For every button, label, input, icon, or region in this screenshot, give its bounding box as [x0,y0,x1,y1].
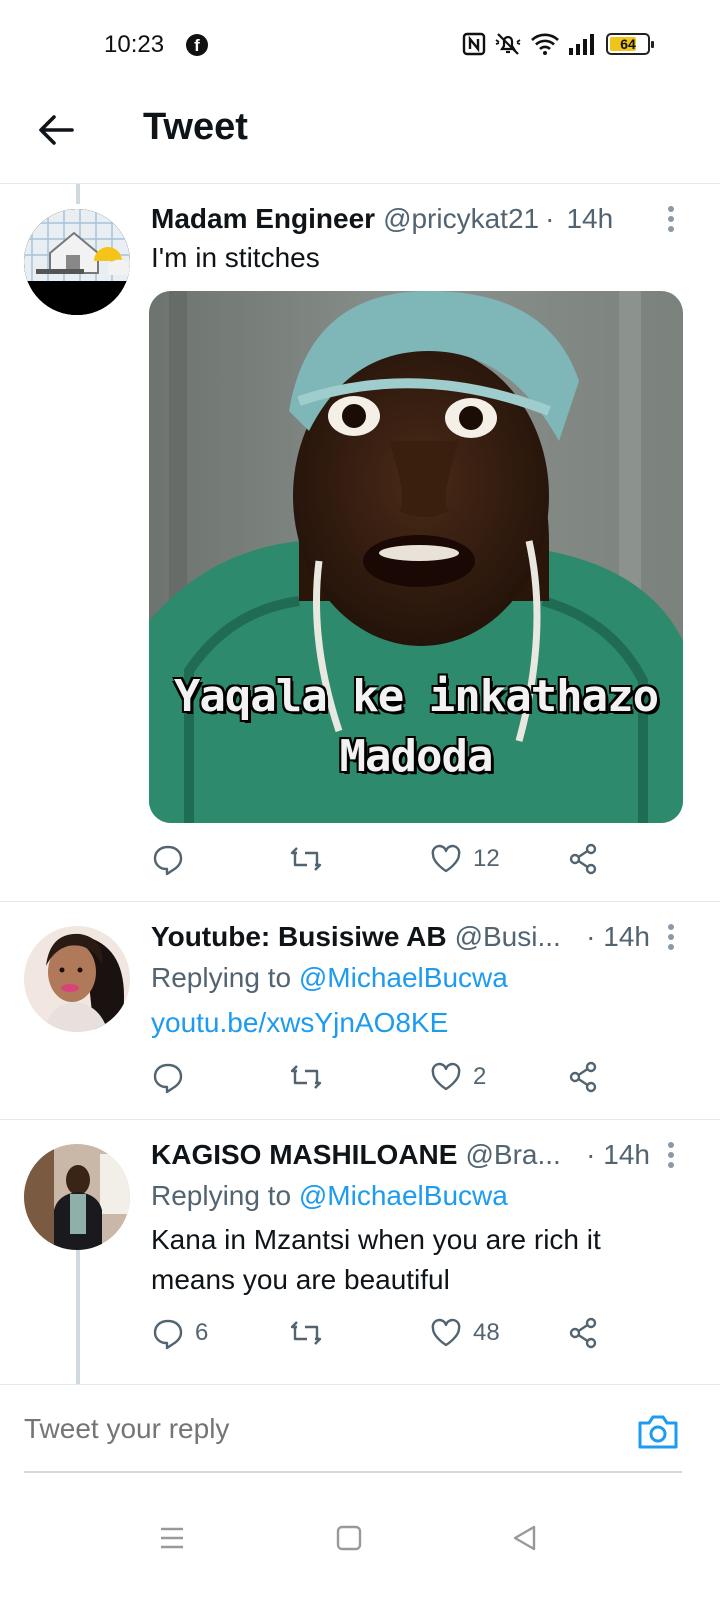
display-name[interactable]: KAGISO MASHILOANE [151,1139,457,1171]
more-options-icon[interactable] [666,922,676,952]
avatar[interactable] [24,926,130,1032]
reply-underline [24,1471,682,1473]
share-icon [569,843,597,875]
avatar-image [24,1144,130,1250]
retweet-button[interactable] [289,1316,333,1350]
share-button[interactable] [566,1060,600,1094]
status-bar: 10:23 f 64 [0,0,720,90]
retweet-button[interactable] [289,1060,333,1094]
tweet-header: KAGISO MASHILOANE @Bra... · 14h [151,1139,650,1171]
tweet-item[interactable]: Madam Engineer @pricykat21 · 14h I'm in … [0,184,720,902]
tweet-header: Youtube: Busisiwe AB @Busi... · 14h [151,921,650,953]
camera-icon[interactable] [636,1411,680,1451]
reply-count: 6 [195,1319,209,1346]
share-button[interactable] [566,842,600,876]
back-triangle-icon[interactable] [512,1524,538,1552]
tweet-item[interactable]: KAGISO MASHILOANE @Bra... · 14h Replying… [0,1120,720,1384]
thread-line [76,184,80,204]
like-button[interactable]: 12 [429,842,500,876]
mute-icon [495,33,521,55]
battery-level: 64 [620,36,636,52]
tweet-actions: 12 [151,842,611,882]
status-icons: 64 [462,31,654,57]
avatar-image [24,209,130,315]
tweet-text: I'm in stitches [151,242,320,273]
separator: · [545,203,555,234]
header: Tweet [0,90,720,184]
like-count: 12 [473,845,500,872]
like-button[interactable]: 48 [429,1316,500,1350]
more-options-icon[interactable] [666,1140,676,1170]
heart-icon [431,1318,461,1347]
tweet-time-value: 14h [603,1139,650,1170]
heart-icon [431,844,461,873]
wifi-icon [531,33,559,55]
handle[interactable]: @Bra... [465,1139,560,1171]
media-caption-line2: Madoda [339,731,494,782]
replying-to: Replying to @MichaelBucwa [151,962,508,994]
tweet-text-line1: Kana in Mzantsi when you are rich it [151,1224,601,1255]
nfc-icon [462,32,486,56]
battery-tip [651,41,654,48]
tweet-time: · 14h [572,921,650,953]
menu-icon[interactable] [158,1524,186,1552]
reply-bar [0,1384,720,1474]
like-count: 48 [473,1319,500,1346]
tweet-text-line2: means you are beautiful [151,1264,450,1295]
like-count: 2 [473,1063,487,1090]
retweet-icon [290,1321,322,1345]
like-button[interactable]: 2 [429,1060,486,1094]
tweet-actions: 2 [151,1060,611,1100]
mention-link[interactable]: @MichaelBucwa [299,1180,508,1211]
replying-to-prefix: Replying to [151,1180,292,1211]
reply-icon [153,1319,183,1350]
tweet-media-image[interactable]: Yaqala ke inkathazo Madoda [149,291,683,823]
home-square-icon[interactable] [336,1524,362,1552]
status-time: 10:23 [104,31,165,58]
reply-button[interactable]: 6 [151,1316,208,1350]
media-caption-line1: Yaqala ke inkathazo [173,671,659,722]
thread-line [76,1250,80,1384]
reply-icon [153,845,183,876]
battery-icon: 64 [606,33,654,55]
more-options-icon[interactable] [666,204,676,234]
tweet-link[interactable]: youtu.be/xwsYjnAO8KE [151,1007,448,1039]
share-button[interactable] [566,1316,600,1350]
separator: · [586,921,596,952]
handle[interactable]: @Busi... [455,921,561,953]
heart-icon [431,1062,461,1091]
facebook-icon: f [186,34,208,56]
signal-icon [569,34,594,55]
retweet-icon [290,847,322,871]
retweet-icon [290,1065,322,1089]
page-title: Tweet [143,106,248,148]
tweet-header: Madam Engineer @pricykat21 · 14h [151,203,650,235]
display-name[interactable]: Madam Engineer [151,203,375,235]
handle[interactable]: @pricykat21 [383,203,539,235]
tweet-time: · 14h [572,1139,650,1171]
replying-to: Replying to @MichaelBucwa [151,1180,508,1212]
mention-link[interactable]: @MichaelBucwa [299,962,508,993]
avatar-image [24,926,130,1032]
avatar[interactable] [24,1144,130,1250]
separator: · [586,1139,596,1170]
reply-input[interactable] [24,1413,584,1445]
tweet-time-value: 14h [603,921,650,952]
avatar[interactable] [24,209,130,315]
reply-icon [153,1063,183,1094]
share-icon [569,1061,597,1093]
replying-to-prefix: Replying to [151,962,292,993]
retweet-button[interactable] [289,842,333,876]
share-icon [569,1317,597,1349]
tweet-time: 14h [566,203,614,234]
tweet-text: Kana in Mzantsi when you are rich it mea… [151,1220,690,1300]
arrow-left-icon[interactable] [34,108,78,152]
tweet-item[interactable]: Youtube: Busisiwe AB @Busi... · 14h Repl… [0,902,720,1120]
reply-button[interactable] [151,1060,195,1094]
system-nav-bar [0,1490,720,1600]
display-name[interactable]: Youtube: Busisiwe AB [151,921,447,953]
tweet-actions: 6 48 [151,1316,611,1356]
reply-button[interactable] [151,842,195,876]
